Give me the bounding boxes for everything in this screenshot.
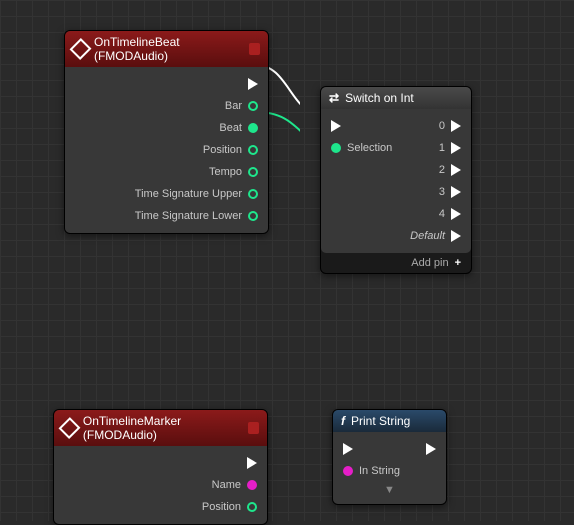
event-icon — [70, 38, 92, 60]
node-body: Name Position — [54, 446, 267, 524]
node-switch-on-int[interactable]: ⇄ Switch on Int 0 Selection 1 2 3 4 Defa… — [320, 86, 472, 274]
expand-chevron-icon[interactable]: ▼ — [343, 482, 436, 498]
output-pin-bar[interactable]: Bar — [225, 100, 258, 112]
input-pin-instring[interactable]: In String — [343, 465, 400, 477]
exec-out-4[interactable]: 4 — [439, 208, 461, 220]
plus-icon: + — [455, 257, 461, 269]
output-pin-tslower[interactable]: Time Signature Lower — [135, 210, 258, 222]
exec-out-1[interactable]: 1 — [439, 142, 461, 154]
exec-out-2[interactable]: 2 — [439, 164, 461, 176]
output-pin-name[interactable]: Name — [212, 479, 257, 491]
node-header[interactable]: f Print String — [333, 410, 446, 432]
output-pin-tsupper[interactable]: Time Signature Upper — [135, 188, 258, 200]
input-pin-selection[interactable]: Selection — [331, 142, 392, 154]
exec-out-default[interactable]: Default — [410, 230, 461, 242]
node-title: Print String — [351, 414, 410, 428]
exec-out-pin[interactable] — [247, 457, 257, 469]
node-ontimelinemarker[interactable]: OnTimelineMarker (FMODAudio) Name Positi… — [53, 409, 268, 525]
exec-out-0[interactable]: 0 — [439, 120, 461, 132]
node-body: Bar Beat Position Tempo Time Signature U… — [65, 67, 268, 233]
node-title: OnTimelineBeat (FMODAudio) — [94, 35, 243, 63]
exec-out-pin[interactable] — [248, 78, 258, 90]
node-header[interactable]: ⇄ Switch on Int — [321, 87, 471, 109]
close-icon[interactable] — [249, 43, 260, 55]
node-ontimelinebeat[interactable]: OnTimelineBeat (FMODAudio) Bar Beat Posi… — [64, 30, 269, 234]
node-body: In String ▼ — [333, 432, 446, 504]
output-pin-beat[interactable]: Beat — [219, 122, 258, 134]
node-body: 0 Selection 1 2 3 4 Default — [321, 109, 471, 253]
exec-out-3[interactable]: 3 — [439, 186, 461, 198]
node-print-string[interactable]: f Print String In String ▼ — [332, 409, 447, 505]
exec-in-pin[interactable] — [343, 443, 353, 455]
node-title: OnTimelineMarker (FMODAudio) — [83, 414, 242, 442]
output-pin-position[interactable]: Position — [203, 144, 258, 156]
exec-out-pin[interactable] — [426, 443, 436, 455]
node-title: Switch on Int — [345, 91, 414, 105]
function-icon: f — [341, 414, 345, 428]
event-icon — [59, 417, 81, 439]
switch-icon: ⇄ — [329, 91, 339, 105]
node-header[interactable]: OnTimelineMarker (FMODAudio) — [54, 410, 267, 446]
node-header[interactable]: OnTimelineBeat (FMODAudio) — [65, 31, 268, 67]
exec-in-pin[interactable] — [331, 120, 341, 132]
output-pin-position[interactable]: Position — [202, 501, 257, 513]
add-pin-button[interactable]: Add pin+ — [321, 253, 471, 273]
close-icon[interactable] — [248, 422, 259, 434]
output-pin-tempo[interactable]: Tempo — [209, 166, 258, 178]
